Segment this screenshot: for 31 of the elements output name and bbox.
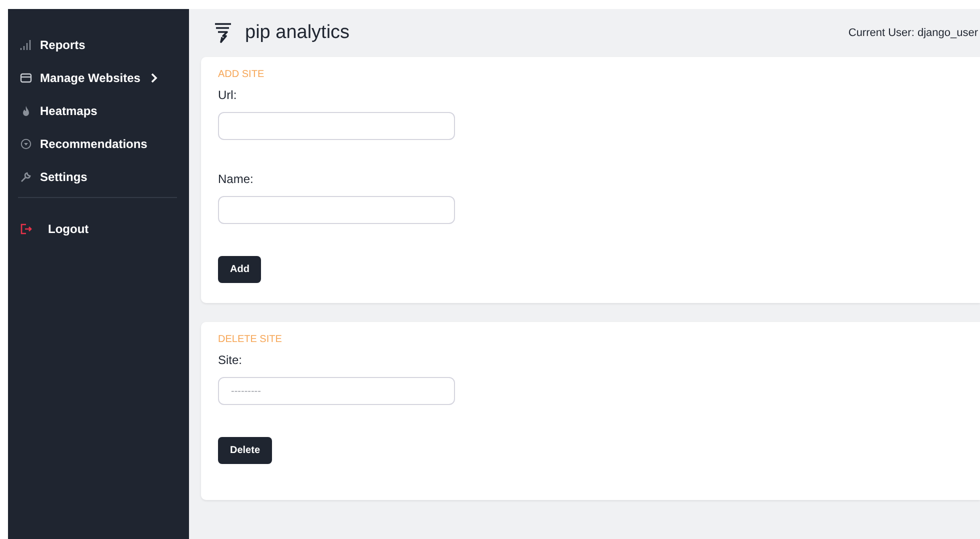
input-field[interactable] (218, 112, 455, 140)
submit-button[interactable]: Add (218, 256, 262, 283)
sidebar-label: Reports (40, 38, 86, 52)
sidebar-item[interactable]: Settings (8, 160, 189, 193)
submit-button[interactable]: Delete (218, 437, 272, 464)
tornado-icon (213, 22, 233, 44)
flame-icon (20, 104, 32, 116)
sidebar-label: Heatmaps (40, 104, 98, 118)
sidebar-item[interactable]: Heatmaps (8, 94, 189, 127)
field-label: Site: (218, 353, 244, 367)
window-icon (20, 72, 32, 84)
card-heading: DELETE SITE (218, 334, 283, 345)
sidebar-item[interactable]: Logout (8, 212, 189, 245)
input-field[interactable] (218, 196, 455, 224)
wrench-icon (20, 170, 32, 182)
chat-bubble-icon (20, 138, 32, 150)
sidebar-label: Settings (40, 170, 88, 184)
sidebar-item[interactable]: Reports (8, 28, 189, 61)
card-heading: ADD SITE (218, 69, 266, 80)
chevron-right-icon (150, 72, 158, 82)
bar-chart-icon (20, 38, 32, 50)
sidebar-item[interactable]: Recommendations (8, 127, 189, 160)
current-user-text: Current User: django_user (848, 27, 978, 39)
logout-icon (20, 222, 32, 234)
sidebar-label: Recommendations (40, 136, 148, 150)
sidebar-item[interactable]: Manage Websites (8, 61, 189, 94)
field-label: Name: (218, 172, 254, 186)
sidebar-label: Logout (48, 222, 89, 236)
app-title: pip analytics (245, 22, 350, 44)
sidebar-label: Manage Websites (40, 70, 140, 84)
field-label: Url: (218, 88, 238, 102)
